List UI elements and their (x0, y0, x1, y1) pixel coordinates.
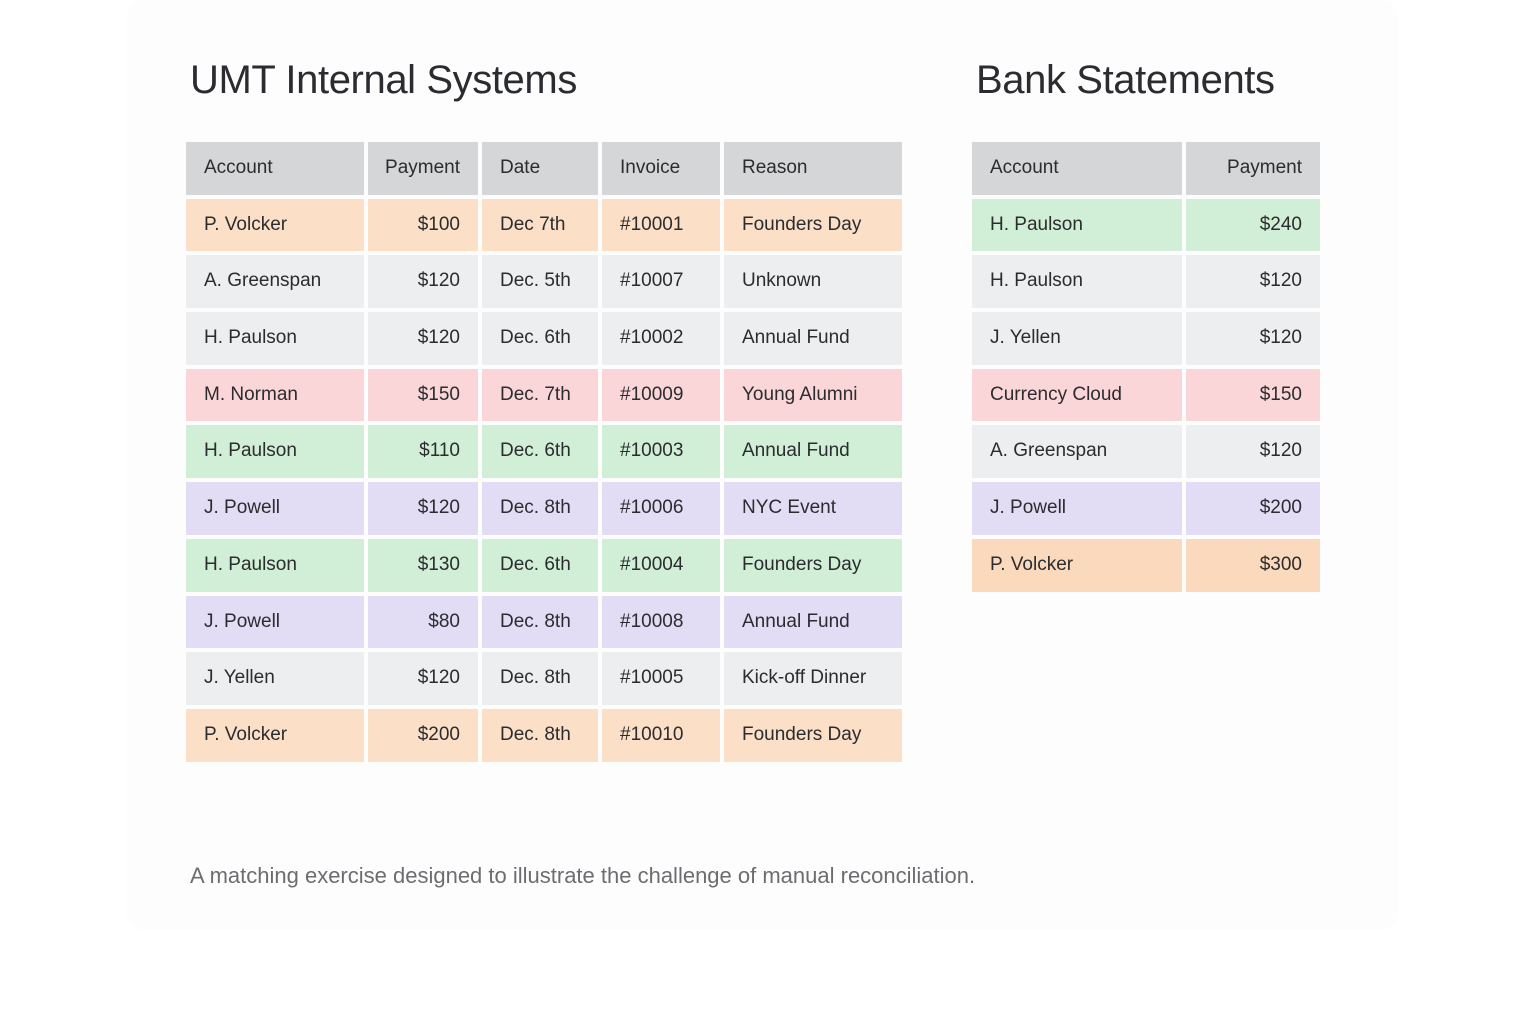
internal-systems-table: Account Payment Date Invoice Reason P. V… (186, 142, 902, 762)
table-row: J. Yellen$120 (972, 312, 1320, 365)
cell-payment: $200 (368, 709, 478, 762)
col-reason: Reason (724, 142, 902, 195)
reconciliation-figure: UMT Internal Systems Account Payment Dat… (126, 0, 1398, 930)
cell-invoice: #10005 (602, 652, 720, 705)
table-row: H. Paulson$110Dec. 6th#10003Annual Fund (186, 425, 902, 478)
cell-payment: $150 (368, 369, 478, 422)
cell-account: J. Yellen (186, 652, 364, 705)
cell-invoice: #10009 (602, 369, 720, 422)
cell-payment: $240 (1186, 199, 1320, 252)
cell-payment: $130 (368, 539, 478, 592)
table-row: P. Volcker$100Dec 7th#10001Founders Day (186, 199, 902, 252)
table-row: Currency Cloud$150 (972, 369, 1320, 422)
cell-reason: Annual Fund (724, 596, 902, 649)
cell-reason: Annual Fund (724, 425, 902, 478)
cell-reason: Young Alumni (724, 369, 902, 422)
cell-payment: $200 (1186, 482, 1320, 535)
table-row: H. Paulson$120 (972, 255, 1320, 308)
cell-date: Dec. 6th (482, 425, 598, 478)
cell-account: J. Powell (186, 596, 364, 649)
cell-date: Dec. 8th (482, 596, 598, 649)
table-row: H. Paulson$130Dec. 6th#10004Founders Day (186, 539, 902, 592)
cell-account: H. Paulson (186, 539, 364, 592)
cell-invoice: #10001 (602, 199, 720, 252)
cell-reason: Kick-off Dinner (724, 652, 902, 705)
table-header: Account Payment (972, 142, 1320, 195)
cell-date: Dec. 6th (482, 539, 598, 592)
cell-account: A. Greenspan (972, 425, 1182, 478)
cell-date: Dec. 8th (482, 652, 598, 705)
cell-reason: Annual Fund (724, 312, 902, 365)
cell-account: J. Powell (186, 482, 364, 535)
cell-account: P. Volcker (972, 539, 1182, 592)
table-row: J. Yellen$120Dec. 8th#10005Kick-off Dinn… (186, 652, 902, 705)
col-payment: Payment (1186, 142, 1320, 195)
cell-account: A. Greenspan (186, 255, 364, 308)
internal-systems-section: UMT Internal Systems Account Payment Dat… (186, 40, 902, 762)
cell-invoice: #10006 (602, 482, 720, 535)
figure-caption: A matching exercise designed to illustra… (186, 862, 1338, 891)
cell-account: H. Paulson (972, 199, 1182, 252)
cell-invoice: #10004 (602, 539, 720, 592)
internal-systems-title: UMT Internal Systems (190, 54, 902, 106)
cell-reason: Founders Day (724, 709, 902, 762)
col-account: Account (186, 142, 364, 195)
col-payment: Payment (368, 142, 478, 195)
col-invoice: Invoice (602, 142, 720, 195)
cell-account: P. Volcker (186, 709, 364, 762)
cell-payment: $120 (1186, 425, 1320, 478)
cell-reason: NYC Event (724, 482, 902, 535)
cell-payment: $80 (368, 596, 478, 649)
cell-payment: $100 (368, 199, 478, 252)
table-row: P. Volcker$300 (972, 539, 1320, 592)
cell-date: Dec. 7th (482, 369, 598, 422)
cell-date: Dec 7th (482, 199, 598, 252)
table-row: J. Powell$120Dec. 8th#10006NYC Event (186, 482, 902, 535)
cell-payment: $150 (1186, 369, 1320, 422)
cell-reason: Founders Day (724, 539, 902, 592)
cell-date: Dec. 8th (482, 709, 598, 762)
table-row: H. Paulson$240 (972, 199, 1320, 252)
col-account: Account (972, 142, 1182, 195)
cell-invoice: #10007 (602, 255, 720, 308)
cell-payment: $120 (368, 482, 478, 535)
bank-statements-title: Bank Statements (976, 54, 1320, 106)
cell-payment: $120 (1186, 312, 1320, 365)
table-row: J. Powell$200 (972, 482, 1320, 535)
cell-account: Currency Cloud (972, 369, 1182, 422)
cell-date: Dec. 8th (482, 482, 598, 535)
cell-account: H. Paulson (186, 312, 364, 365)
col-date: Date (482, 142, 598, 195)
table-row: A. Greenspan$120Dec. 5th#10007Unknown (186, 255, 902, 308)
cell-invoice: #10003 (602, 425, 720, 478)
cell-payment: $120 (368, 255, 478, 308)
bank-statements-section: Bank Statements Account Payment H. Pauls… (972, 40, 1320, 592)
cell-payment: $120 (368, 652, 478, 705)
cell-account: H. Paulson (186, 425, 364, 478)
cell-payment: $300 (1186, 539, 1320, 592)
cell-account: J. Powell (972, 482, 1182, 535)
bank-statements-table: Account Payment H. Paulson$240H. Paulson… (972, 142, 1320, 592)
table-row: A. Greenspan$120 (972, 425, 1320, 478)
cell-date: Dec. 6th (482, 312, 598, 365)
table-row: J. Powell$80Dec. 8th#10008Annual Fund (186, 596, 902, 649)
cell-payment: $110 (368, 425, 478, 478)
cell-account: P. Volcker (186, 199, 364, 252)
cell-payment: $120 (1186, 255, 1320, 308)
cell-account: H. Paulson (972, 255, 1182, 308)
cell-reason: Founders Day (724, 199, 902, 252)
cell-invoice: #10010 (602, 709, 720, 762)
cell-date: Dec. 5th (482, 255, 598, 308)
table-row: H. Paulson$120Dec. 6th#10002Annual Fund (186, 312, 902, 365)
cell-account: J. Yellen (972, 312, 1182, 365)
cell-invoice: #10002 (602, 312, 720, 365)
table-header: Account Payment Date Invoice Reason (186, 142, 902, 195)
cell-reason: Unknown (724, 255, 902, 308)
cell-account: M. Norman (186, 369, 364, 422)
columns: UMT Internal Systems Account Payment Dat… (186, 40, 1338, 762)
cell-invoice: #10008 (602, 596, 720, 649)
cell-payment: $120 (368, 312, 478, 365)
table-row: P. Volcker$200Dec. 8th#10010Founders Day (186, 709, 902, 762)
table-row: M. Norman$150Dec. 7th#10009Young Alumni (186, 369, 902, 422)
